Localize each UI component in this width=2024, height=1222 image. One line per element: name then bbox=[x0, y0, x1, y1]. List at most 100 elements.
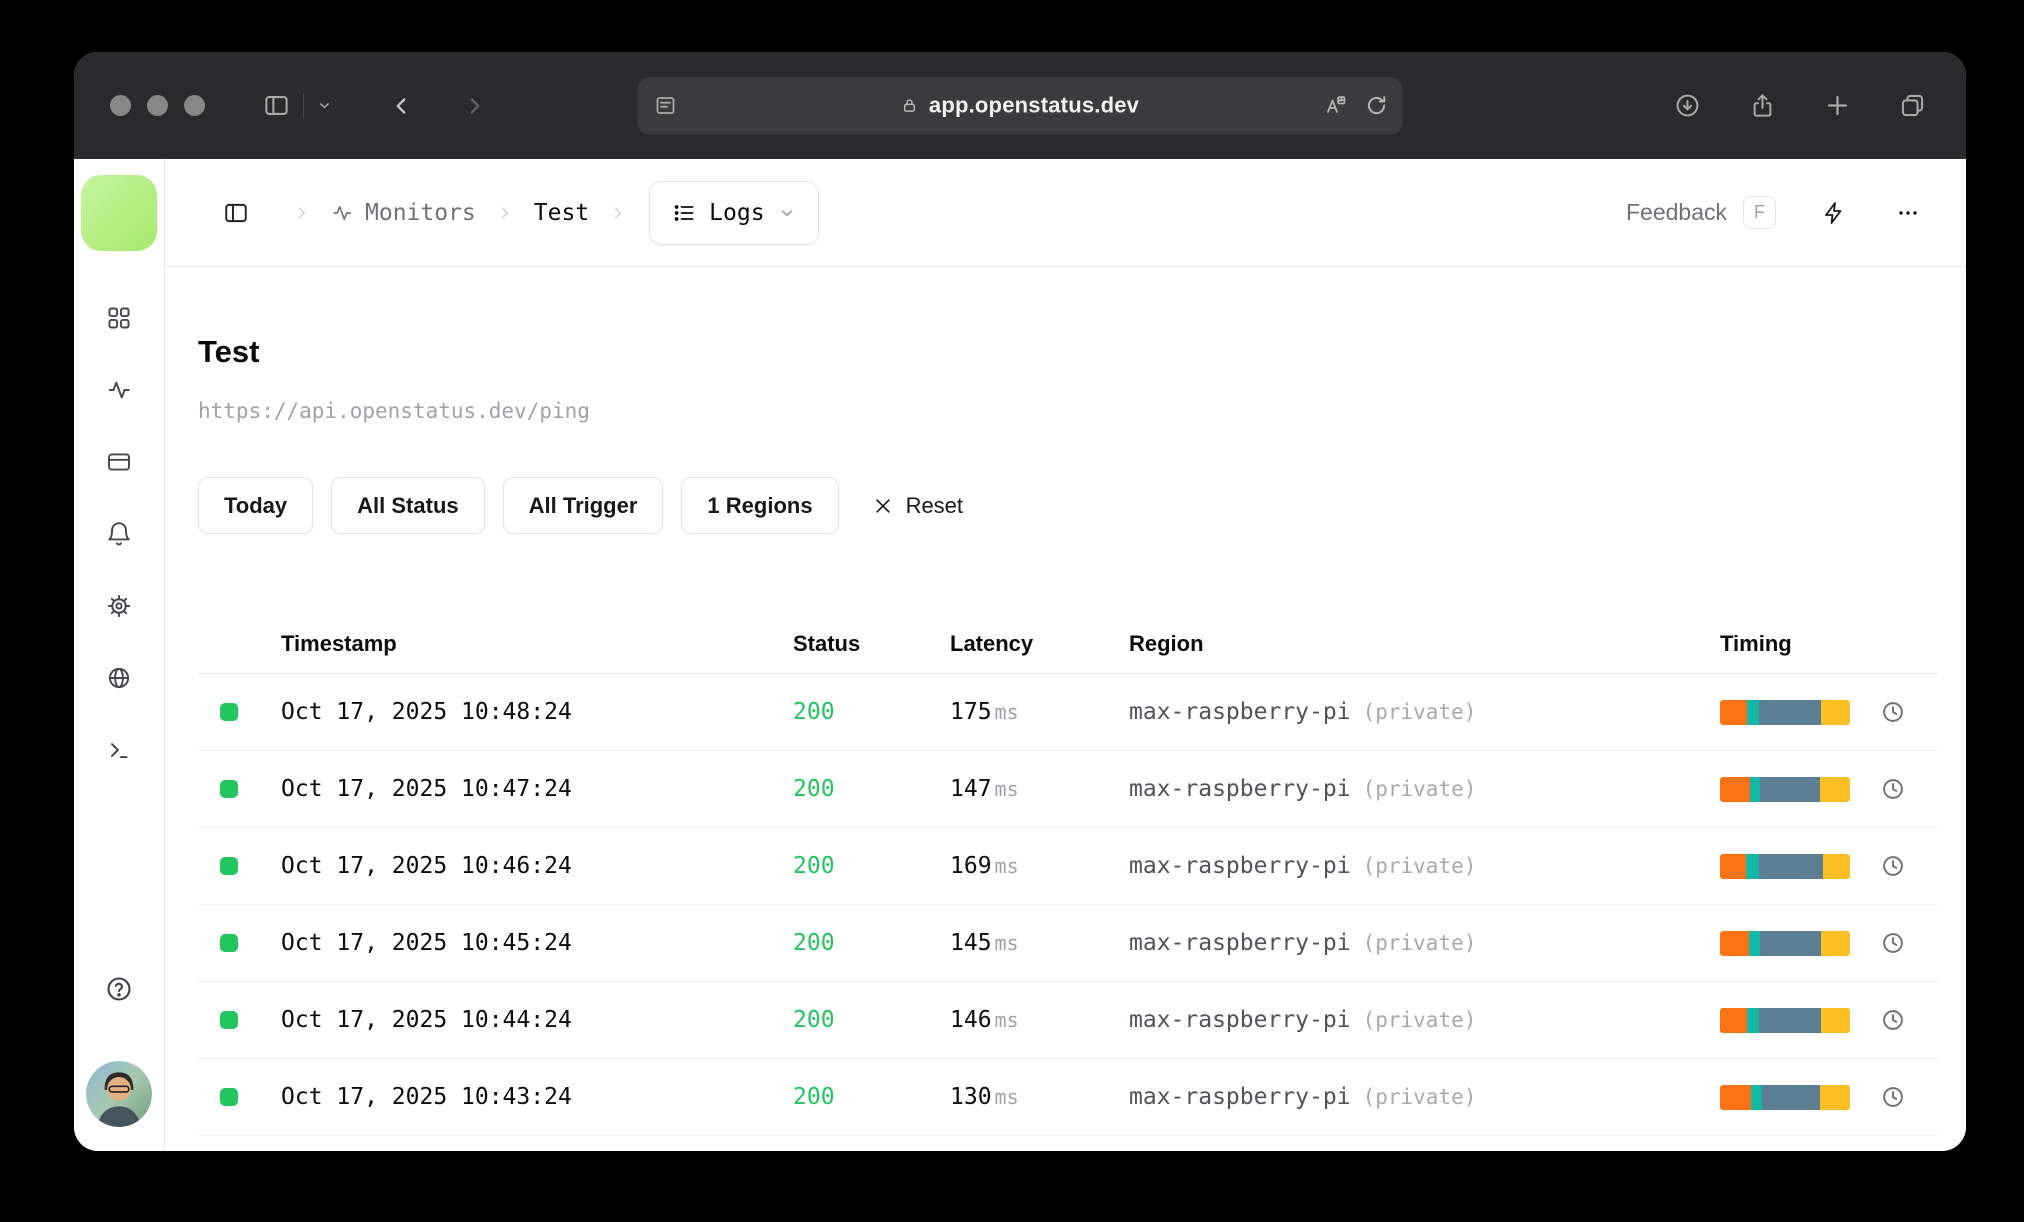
address-bar[interactable]: app.openstatus.dev bbox=[637, 77, 1403, 134]
translate-icon[interactable] bbox=[1324, 94, 1348, 118]
row-indicator-cell bbox=[198, 780, 281, 798]
header-timestamp: Timestamp bbox=[281, 630, 397, 656]
clock-icon[interactable] bbox=[1880, 853, 1906, 879]
timing-bar bbox=[1720, 853, 1850, 879]
chevron-down-icon bbox=[778, 204, 796, 222]
forward-icon[interactable] bbox=[462, 93, 488, 119]
log-region: max-raspberry-pi (private) bbox=[1129, 1007, 1720, 1033]
region-name: max-raspberry-pi bbox=[1129, 699, 1351, 725]
log-row[interactable]: Oct 17, 2025 10:43:24 200 130 ms max-rasp… bbox=[198, 1059, 1938, 1136]
toolbar-divider bbox=[303, 92, 304, 119]
main: Monitors Test Logs Feedback F Test https… bbox=[165, 159, 1966, 1151]
region-name: max-raspberry-pi bbox=[1129, 776, 1351, 802]
clock-icon[interactable] bbox=[1880, 699, 1906, 725]
latency-value: 146 bbox=[950, 1007, 992, 1033]
filter-period-button[interactable]: Today bbox=[198, 477, 314, 534]
timing-segment bbox=[1720, 699, 1748, 725]
filter-trigger-button[interactable]: All Trigger bbox=[502, 477, 664, 534]
window-controls bbox=[110, 95, 205, 116]
browser-sidebar-toggle-icon[interactable] bbox=[263, 92, 290, 119]
log-table-header: Timestamp Status Latency Region Timing bbox=[198, 614, 1938, 674]
timing-segment bbox=[1748, 930, 1761, 956]
reset-filters-button[interactable]: Reset bbox=[873, 493, 963, 519]
timing-bar bbox=[1720, 1007, 1850, 1033]
close-window-button[interactable] bbox=[110, 95, 131, 116]
breadcrumb-monitors[interactable]: Monitors bbox=[331, 200, 476, 226]
status-indicator bbox=[220, 703, 238, 721]
timing-bar bbox=[1720, 930, 1850, 956]
terminal-icon bbox=[110, 743, 128, 759]
sidebar-item-global[interactable] bbox=[106, 665, 132, 691]
avatar[interactable] bbox=[86, 1061, 152, 1127]
zoom-window-button[interactable] bbox=[184, 95, 205, 116]
timing-segment bbox=[1747, 699, 1759, 725]
back-icon[interactable] bbox=[388, 93, 414, 119]
help-icon bbox=[107, 977, 131, 1001]
workspace-logo[interactable] bbox=[81, 175, 157, 251]
row-indicator-cell bbox=[198, 857, 281, 875]
more-options-icon[interactable] bbox=[1896, 201, 1920, 225]
help-button[interactable] bbox=[105, 975, 133, 1003]
app-sidebar-toggle-icon[interactable] bbox=[223, 200, 249, 226]
timing-segment bbox=[1720, 930, 1749, 956]
filter-status-button[interactable]: All Status bbox=[331, 477, 485, 534]
feedback-button[interactable]: Feedback bbox=[1626, 199, 1727, 226]
downloads-icon[interactable] bbox=[1674, 92, 1701, 119]
row-indicator-cell bbox=[198, 934, 281, 952]
log-timing-cell bbox=[1720, 930, 1938, 956]
log-latency: 130 ms bbox=[950, 1084, 1129, 1110]
region-name: max-raspberry-pi bbox=[1129, 930, 1351, 956]
clock-icon[interactable] bbox=[1880, 776, 1906, 802]
log-status: 200 bbox=[793, 1007, 835, 1033]
reload-icon[interactable] bbox=[1365, 94, 1389, 118]
row-indicator-cell bbox=[198, 703, 281, 721]
log-timing-cell bbox=[1720, 776, 1938, 802]
timing-segment bbox=[1720, 853, 1746, 879]
minimize-window-button[interactable] bbox=[147, 95, 168, 116]
filter-regions-button[interactable]: 1 Regions bbox=[681, 477, 839, 534]
latency-value: 175 bbox=[950, 699, 992, 725]
log-timestamp: Oct 17, 2025 10:48:24 bbox=[281, 699, 572, 725]
timing-segment bbox=[1820, 776, 1850, 802]
timing-segment bbox=[1759, 853, 1823, 879]
region-note: (private) bbox=[1362, 777, 1477, 801]
status-indicator bbox=[220, 857, 238, 875]
log-row[interactable]: Oct 17, 2025 10:44:24 200 146 ms max-rasp… bbox=[198, 982, 1938, 1059]
clock-icon[interactable] bbox=[1880, 930, 1906, 956]
sidebar-item-dashboard[interactable] bbox=[106, 305, 132, 331]
sidebar-item-monitors[interactable] bbox=[106, 377, 132, 403]
activity-icon bbox=[331, 202, 353, 224]
zap-icon[interactable] bbox=[1822, 201, 1846, 225]
timing-segment bbox=[1720, 776, 1750, 802]
log-row[interactable]: Oct 17, 2025 10:47:24 200 147 ms max-rasp… bbox=[198, 751, 1938, 828]
x-icon bbox=[873, 496, 893, 516]
region-note: (private) bbox=[1362, 854, 1477, 878]
timing-segment bbox=[1749, 776, 1761, 802]
log-row[interactable]: Oct 17, 2025 10:45:24 200 145 ms max-rasp… bbox=[198, 905, 1938, 982]
header-latency: Latency bbox=[950, 630, 1034, 656]
new-tab-icon[interactable] bbox=[1824, 92, 1851, 119]
url-domain: app.openstatus.dev bbox=[928, 92, 1140, 118]
clock-icon[interactable] bbox=[1880, 1007, 1906, 1033]
latency-unit: ms bbox=[994, 1085, 1019, 1109]
log-region: max-raspberry-pi (private) bbox=[1129, 1084, 1720, 1110]
log-timestamp: Oct 17, 2025 10:43:24 bbox=[281, 1084, 572, 1110]
tab-overview-icon[interactable] bbox=[1899, 92, 1926, 119]
latency-unit: ms bbox=[994, 700, 1019, 724]
sidebar-item-settings[interactable] bbox=[106, 593, 132, 619]
logs-dropdown-button[interactable]: Logs bbox=[649, 180, 819, 245]
breadcrumb-test[interactable]: Test bbox=[534, 200, 589, 226]
chevron-right-icon bbox=[609, 204, 627, 222]
sidebar-chevron-down-icon[interactable] bbox=[317, 98, 332, 113]
sidebar-item-notifications[interactable] bbox=[106, 521, 132, 547]
sidebar-item-cli[interactable] bbox=[106, 737, 132, 763]
lock-icon bbox=[901, 97, 919, 115]
sidebar-item-status-pages[interactable] bbox=[106, 449, 132, 475]
log-row[interactable]: Oct 17, 2025 10:48:24 200 175 ms max-rasp… bbox=[198, 674, 1938, 751]
page-settings-icon[interactable] bbox=[654, 94, 678, 118]
log-region: max-raspberry-pi (private) bbox=[1129, 776, 1720, 802]
log-latency: 146 ms bbox=[950, 1007, 1129, 1033]
clock-icon[interactable] bbox=[1880, 1084, 1906, 1110]
log-row[interactable]: Oct 17, 2025 10:46:24 200 169 ms max-rasp… bbox=[198, 828, 1938, 905]
share-icon[interactable] bbox=[1749, 92, 1776, 119]
